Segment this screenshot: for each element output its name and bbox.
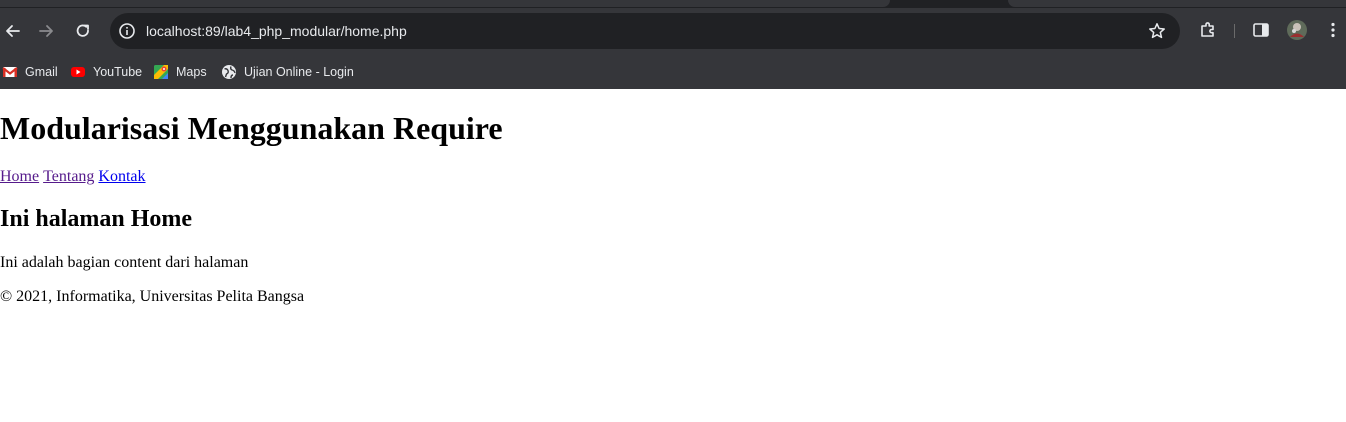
bookmark-ujian-online[interactable]: Ujian Online - Login (221, 54, 354, 89)
forward-button[interactable] (33, 18, 59, 44)
globe-icon (222, 64, 236, 79)
page-content: Modularisasi Menggunakan Require Home Ten… (0, 89, 1346, 422)
bookmark-label: Ujian Online - Login (244, 64, 354, 79)
nav-link-tentang[interactable]: Tentang (43, 168, 94, 185)
reload-icon (76, 24, 89, 37)
side-panel-button[interactable] (1249, 18, 1273, 42)
more-vert-icon (1331, 22, 1335, 38)
nav-link-home[interactable]: Home (0, 168, 39, 185)
url-text[interactable]: localhost:89/lab4_php_modular/home.php (146, 13, 407, 49)
site-info-icon[interactable] (118, 22, 136, 40)
page-title: Modularisasi Menggunakan Require (0, 110, 503, 146)
bookmarks-bar: Gmail YouTube Maps Ujian Online - Login (0, 54, 1346, 89)
bookmark-star-icon[interactable] (1148, 22, 1166, 40)
nav-link-kontak[interactable]: Kontak (98, 168, 145, 185)
browser-window: localhost:89/lab4_php_modular/home.php G… (0, 0, 1346, 422)
gmail-icon (2, 66, 18, 77)
back-arrow-icon (6, 25, 20, 37)
tab-strip (0, 0, 1346, 8)
bookmark-label: Gmail (25, 64, 58, 79)
maps-icon (154, 64, 168, 79)
toolbar-divider (1234, 24, 1235, 38)
puzzle-icon (1201, 22, 1214, 37)
site-nav: Home Tentang Kontak (0, 168, 150, 186)
youtube-icon (71, 66, 85, 77)
forward-arrow-icon (39, 25, 53, 37)
footer-text: © 2021, Informatika, Universitas Pelita … (0, 288, 305, 305)
menu-button[interactable] (1321, 18, 1345, 42)
browser-tab[interactable] (0, 0, 890, 7)
content-paragraph: Ini adalah bagian content dari halaman (0, 254, 249, 271)
bookmark-youtube[interactable]: YouTube (70, 54, 142, 89)
bookmark-gmail[interactable]: Gmail (2, 54, 58, 89)
profile-avatar[interactable] (1285, 18, 1309, 42)
back-button[interactable] (0, 18, 26, 44)
side-panel-icon (1253, 23, 1269, 37)
bookmark-label: YouTube (93, 64, 143, 79)
reload-button[interactable] (70, 18, 96, 44)
bookmark-maps[interactable]: Maps (153, 54, 207, 89)
address-bar[interactable]: localhost:89/lab4_php_modular/home.php (110, 13, 1180, 49)
browser-toolbar: localhost:89/lab4_php_modular/home.php (0, 8, 1346, 54)
extensions-button[interactable] (1196, 18, 1220, 42)
browser-tab[interactable] (1008, 0, 1346, 7)
avatar-icon (1287, 20, 1307, 40)
bookmark-label: Maps (176, 64, 207, 79)
section-heading: Ini halaman Home (0, 206, 193, 232)
